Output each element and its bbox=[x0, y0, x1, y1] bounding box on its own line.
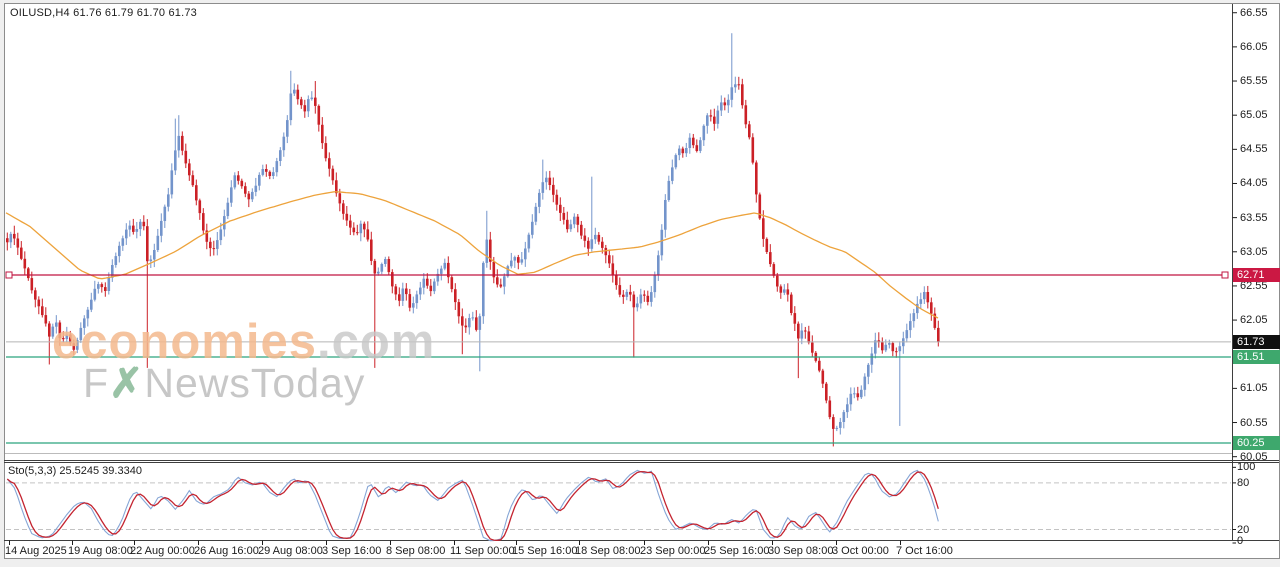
price-tick-label: 65.55 bbox=[1240, 75, 1268, 88]
time-tick-label: 8 Sep 08:00 bbox=[386, 545, 446, 557]
support-price-badge: 61.51 bbox=[1233, 349, 1280, 364]
stochastic-indicator-label: Sto(5,3,3) 25.5245 39.3340 bbox=[8, 465, 142, 477]
time-tick-label: 30 Sep 08:00 bbox=[768, 545, 834, 557]
time-tick-label: 18 Sep 08:00 bbox=[575, 545, 641, 557]
support-price-badge: 60.25 bbox=[1233, 436, 1280, 451]
price-tick-label: 61.05 bbox=[1240, 382, 1268, 395]
price-tick-label: 60.55 bbox=[1240, 416, 1268, 429]
time-tick-label: 22 Aug 00:00 bbox=[130, 545, 195, 557]
stoch-scale-label: 0 bbox=[1237, 535, 1244, 547]
time-tick-label: 3 Oct 00:00 bbox=[832, 545, 889, 557]
time-tick-label: 14 Aug 2025 bbox=[5, 545, 67, 557]
time-tick-label: 15 Sep 16:00 bbox=[512, 545, 578, 557]
trading-chart-window: OILUSD,H4 61.76 61.79 61.70 61.73 Sto(5,… bbox=[0, 0, 1280, 567]
price-tick-label: 64.05 bbox=[1240, 177, 1268, 190]
price-chart-canvas[interactable] bbox=[0, 0, 1280, 567]
time-tick-label: 23 Sep 00:00 bbox=[640, 545, 706, 557]
price-tick-label: 63.05 bbox=[1240, 245, 1268, 258]
price-tick-label: 66.55 bbox=[1240, 6, 1268, 19]
time-tick-label: 25 Sep 16:00 bbox=[704, 545, 770, 557]
trend-price-badge: 62.71 bbox=[1233, 268, 1280, 282]
time-tick-label: 7 Oct 16:00 bbox=[896, 545, 953, 557]
time-tick-label: 19 Aug 08:00 bbox=[68, 545, 133, 557]
price-tick-label: 65.05 bbox=[1240, 109, 1268, 122]
price-tick-label: 66.05 bbox=[1240, 40, 1268, 53]
stoch-scale-label: 80 bbox=[1237, 476, 1250, 489]
stoch-scale-label: 100 bbox=[1237, 461, 1256, 474]
time-tick-label: 3 Sep 16:00 bbox=[322, 545, 382, 557]
price-tick-label: 64.55 bbox=[1240, 143, 1268, 156]
time-tick-label: 29 Aug 08:00 bbox=[258, 545, 323, 557]
price-tick-label: 63.55 bbox=[1240, 211, 1268, 224]
current-price-badge: 61.73 bbox=[1233, 334, 1280, 349]
price-tick-label: 62.05 bbox=[1240, 314, 1268, 327]
chart-symbol-title: OILUSD,H4 61.76 61.79 61.70 61.73 bbox=[10, 7, 198, 19]
time-tick-label: 11 Sep 00:00 bbox=[450, 545, 515, 557]
time-tick-label: 26 Aug 16:00 bbox=[194, 545, 259, 557]
